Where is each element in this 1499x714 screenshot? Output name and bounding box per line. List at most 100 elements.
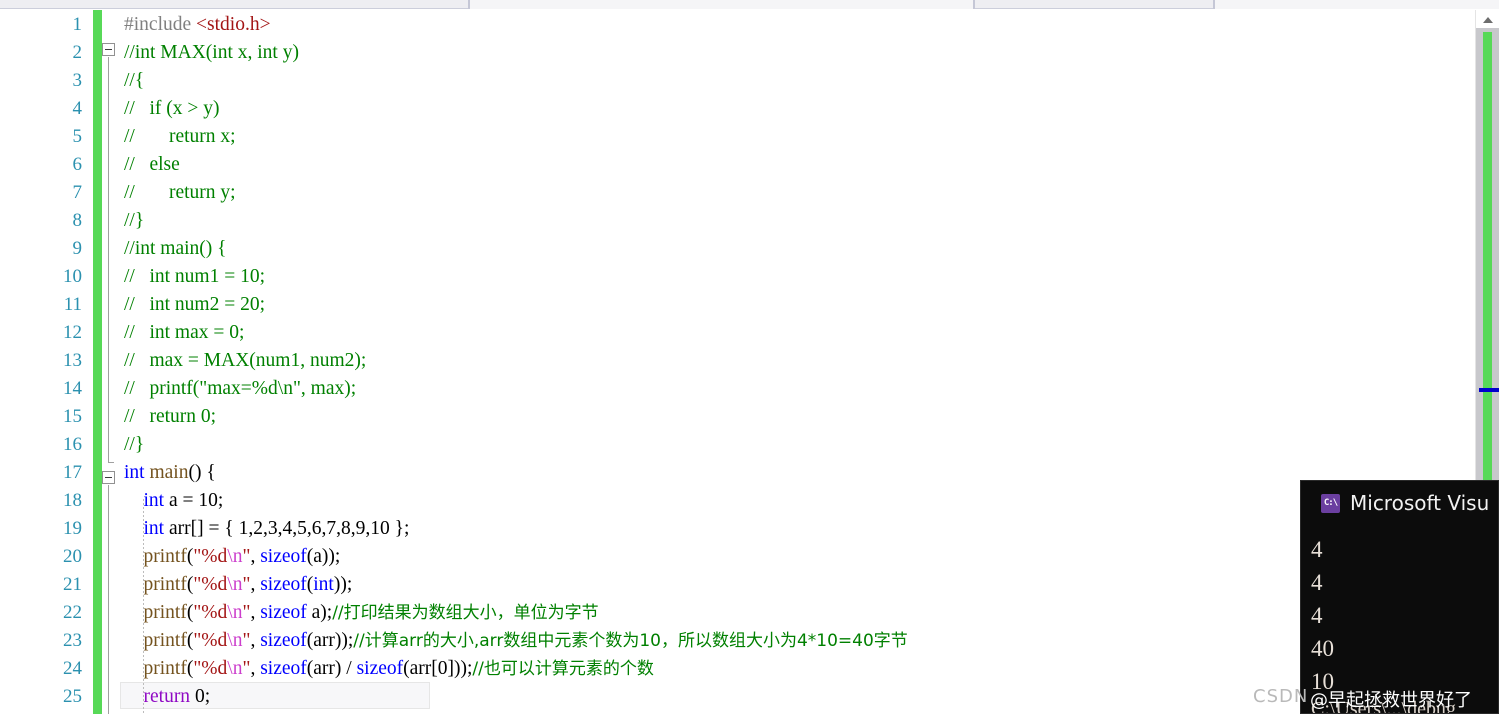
punctuation: ,: [250, 630, 261, 651]
line-number: 23: [63, 630, 82, 651]
code-line-18[interactable]: int a = 10;: [124, 487, 224, 515]
string-literal: "%d: [193, 546, 228, 567]
code-line-3[interactable]: //{: [124, 67, 144, 95]
code-line-21[interactable]: printf("%d\n", sizeof(int));: [124, 571, 353, 599]
function-name-printf: printf: [143, 658, 187, 679]
line-number: 11: [63, 294, 82, 315]
line-number: 12: [63, 322, 82, 343]
punctuation: ;: [204, 686, 211, 707]
code-line-14[interactable]: // printf("max=%d\n", max);: [124, 375, 356, 403]
code-line-9[interactable]: //int main() {: [124, 235, 227, 263]
line-number: 2: [72, 42, 83, 63]
fold-region-end: [108, 462, 114, 463]
code-line-5[interactable]: // return x;: [124, 123, 236, 151]
include-header: <stdio.h>: [196, 14, 271, 35]
line-number: 10: [63, 266, 82, 287]
code-line-17[interactable]: int main() {: [124, 459, 216, 487]
comment: // int num1 = 10;: [124, 266, 266, 287]
collapse-minus-icon[interactable]: [102, 471, 115, 484]
code-line-24[interactable]: printf("%d\n", sizeof(arr) / sizeof(arr[…: [124, 655, 654, 683]
csdn-watermark: CSDN: [1253, 686, 1309, 707]
console-app-icon: C:\: [1321, 493, 1340, 513]
escape-sequence: \n: [227, 574, 243, 595]
code-text-area[interactable]: #include <stdio.h> //int MAX(int x, int …: [124, 10, 1475, 714]
argument: (a));: [306, 546, 341, 567]
code-line-22[interactable]: printf("%d\n", sizeof a);//打印结果为数组大小，单位为…: [124, 599, 599, 627]
code-line-15[interactable]: // return 0;: [124, 403, 216, 431]
keyword-int: int: [313, 574, 334, 595]
code-editor[interactable]: 1 2 3 4 5 6 7 8 9 10 11 12 13 14 15 16 1…: [0, 10, 1499, 714]
collapse-minus-icon[interactable]: [102, 43, 115, 56]
comment: // int max = 0;: [124, 322, 245, 343]
code-line-13[interactable]: // max = MAX(num1, num2);: [124, 347, 366, 375]
comment: // return x;: [124, 126, 236, 147]
number-literal: 0: [190, 686, 205, 707]
string-literal: "%d: [193, 630, 228, 651]
comment: // return 0;: [124, 406, 217, 427]
punctuation: ,: [250, 658, 261, 679]
escape-sequence: \n: [227, 602, 243, 623]
tab-divider-3: [1213, 0, 1215, 9]
line-number: 13: [63, 350, 82, 371]
console-title-bar[interactable]: C:\ Microsoft Visu: [1301, 481, 1498, 525]
caret-position-marker: [1479, 388, 1499, 392]
string-literal: "%d: [193, 602, 228, 623]
code-line-20[interactable]: printf("%d\n", sizeof(a));: [124, 543, 341, 571]
keyword-int: int: [124, 462, 145, 483]
function-name-printf: printf: [143, 574, 187, 595]
code-line-25[interactable]: return 0;: [124, 683, 211, 711]
function-name-printf: printf: [143, 602, 187, 623]
fold-region-line: [108, 57, 109, 463]
code-line-10[interactable]: // int num1 = 10;: [124, 263, 265, 291]
comment: // max = MAX(num1, num2);: [124, 350, 367, 371]
line-number: 15: [63, 406, 82, 427]
code-line-23[interactable]: printf("%d\n", sizeof(arr));//计算arr的大小,a…: [124, 627, 908, 655]
keyword-int: int: [143, 490, 165, 511]
code-line-4[interactable]: // if (x > y): [124, 95, 219, 123]
line-number: 14: [63, 378, 82, 399]
inline-comment: //也可以计算元素的个数: [472, 659, 654, 679]
code-line-8[interactable]: //}: [124, 207, 144, 235]
code-line-6[interactable]: // else: [124, 151, 180, 179]
csdn-username-watermark: @早起拯救世界好了: [1310, 690, 1472, 711]
punctuation: };: [389, 518, 410, 539]
line-number: 5: [72, 126, 83, 147]
string-literal: "%d: [193, 574, 228, 595]
tab-divider-1: [468, 0, 470, 9]
line-number: 6: [72, 154, 83, 175]
tab-slot-1[interactable]: [470, 0, 975, 9]
function-name-printf: printf: [143, 546, 187, 567]
scroll-up-arrow-icon[interactable]: [1476, 10, 1499, 28]
code-line-12[interactable]: // int max = 0;: [124, 319, 244, 347]
code-line-1[interactable]: #include <stdio.h>: [124, 11, 271, 39]
keyword-sizeof: sizeof: [260, 602, 307, 623]
code-folding-gutter[interactable]: [102, 10, 124, 714]
escape-sequence: \n: [227, 546, 243, 567]
argument: (arr) /: [306, 658, 357, 679]
fold-region-line: [108, 485, 109, 714]
comment: // return y;: [124, 182, 236, 203]
code-line-16[interactable]: //}: [124, 431, 144, 459]
array-initializer-values: 1,2,3,4,5,6,7,8,9,10: [238, 518, 390, 539]
code-line-11[interactable]: // int num2 = 20;: [124, 291, 265, 319]
punctuation: ,: [250, 546, 261, 567]
escape-sequence: \n: [227, 630, 243, 651]
keyword-sizeof: sizeof: [260, 546, 307, 567]
argument: (arr[0]));: [403, 658, 473, 679]
punctuation: ;: [217, 490, 224, 511]
code-line-7[interactable]: // return y;: [124, 179, 236, 207]
console-output-window[interactable]: C:\ Microsoft Visu 4 4 4 40 10 C:\Users\...\…: [1300, 480, 1499, 714]
line-number: 4: [72, 98, 83, 119]
line-number: 9: [72, 238, 83, 259]
code-line-19[interactable]: int arr[] = { 1,2,3,4,5,6,7,8,9,10 };: [124, 515, 410, 543]
code-line-2[interactable]: //int MAX(int x, int y): [124, 39, 299, 67]
comment: //}: [124, 210, 145, 231]
tab-slot-2[interactable]: [1215, 0, 1499, 9]
editor-tab-strip[interactable]: [0, 0, 1499, 9]
function-name-main: main: [149, 462, 189, 483]
